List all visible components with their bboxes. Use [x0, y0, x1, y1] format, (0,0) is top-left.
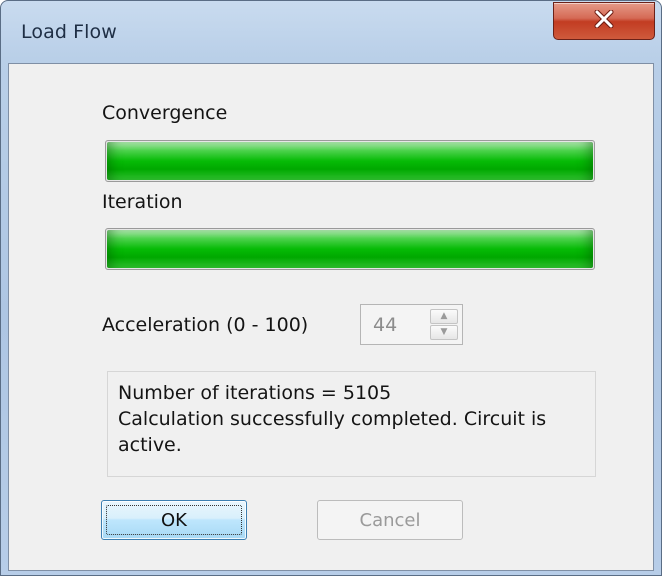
ok-button[interactable]: OK: [101, 500, 247, 540]
convergence-progress-bar: [105, 140, 595, 182]
iterations-count-text: Number of iterations = 5105: [118, 382, 392, 404]
load-flow-dialog: Load Flow Convergence Iteration Accelera…: [0, 0, 662, 576]
convergence-label: Convergence: [102, 102, 228, 124]
arrow-up-icon: ▲: [440, 311, 448, 321]
spin-down-button[interactable]: ▼: [430, 325, 458, 340]
convergence-progress-fill: [107, 142, 593, 180]
focus-rectangle: [106, 505, 242, 535]
status-message-box: Number of iterations = 5105 Calculation …: [107, 371, 596, 477]
cancel-button-label: Cancel: [359, 509, 421, 531]
acceleration-label: Acceleration (0 - 100): [102, 314, 309, 336]
close-button[interactable]: [553, 2, 655, 40]
arrow-down-icon: ▼: [440, 327, 448, 337]
iteration-progress-bar: [105, 228, 595, 270]
cancel-button[interactable]: Cancel: [317, 500, 463, 540]
acceleration-spinbox[interactable]: 44 ▲ ▼: [360, 304, 463, 345]
iteration-label: Iteration: [102, 191, 183, 213]
title-bar[interactable]: Load Flow: [1, 1, 661, 63]
close-icon: [593, 9, 615, 32]
window-title: Load Flow: [21, 21, 117, 43]
spin-up-button[interactable]: ▲: [430, 309, 458, 324]
dialog-body: Convergence Iteration Acceleration (0 - …: [8, 63, 654, 571]
iteration-progress-fill: [107, 230, 593, 268]
acceleration-input[interactable]: 44: [373, 314, 397, 336]
calculation-result-text: Calculation successfully completed. Circ…: [118, 408, 547, 456]
